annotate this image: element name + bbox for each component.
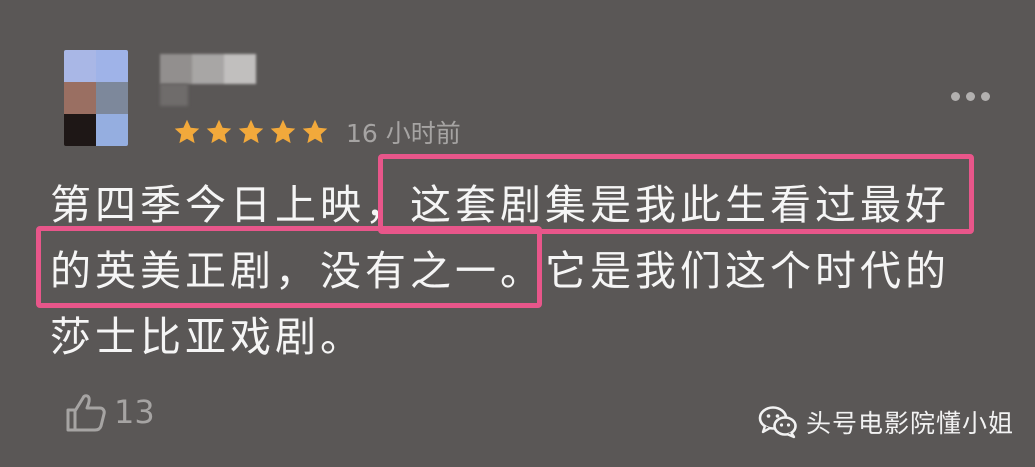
username-blurred-secondary — [160, 84, 188, 106]
username-blurred[interactable] — [160, 54, 256, 84]
more-button[interactable] — [946, 88, 994, 104]
more-icon-dot — [965, 91, 975, 101]
avatar-pixel — [96, 82, 128, 114]
highlight-box — [378, 154, 974, 234]
watermark-text: 头号电影院懂小姐 — [806, 409, 1015, 438]
star-rating — [172, 117, 330, 147]
like-count: 13 — [114, 393, 155, 431]
avatar-pixel — [64, 82, 96, 114]
highlight-box — [36, 226, 542, 308]
thumbs-up-icon — [66, 394, 106, 432]
avatar[interactable] — [64, 50, 128, 146]
rating-row: 16 小时前 — [172, 116, 461, 148]
watermark: 头号电影院懂小姐 — [758, 402, 1014, 442]
avatar-pixel — [96, 114, 128, 146]
time-ago: 16 小时前 — [346, 119, 461, 148]
avatar-pixel — [96, 50, 128, 82]
more-icon-dot — [950, 91, 960, 101]
avatar-pixel — [64, 50, 96, 82]
star-icon — [206, 119, 232, 144]
like-button[interactable]: 13 — [64, 386, 155, 438]
star-icon — [270, 119, 296, 144]
wechat-icon — [758, 406, 797, 439]
avatar-pixel — [64, 114, 96, 146]
star-icon — [302, 119, 328, 144]
more-icon-dot — [980, 91, 990, 101]
review-line: 莎士比亚戏剧。 — [50, 313, 365, 361]
star-icon — [174, 119, 200, 144]
star-icon — [238, 119, 264, 144]
